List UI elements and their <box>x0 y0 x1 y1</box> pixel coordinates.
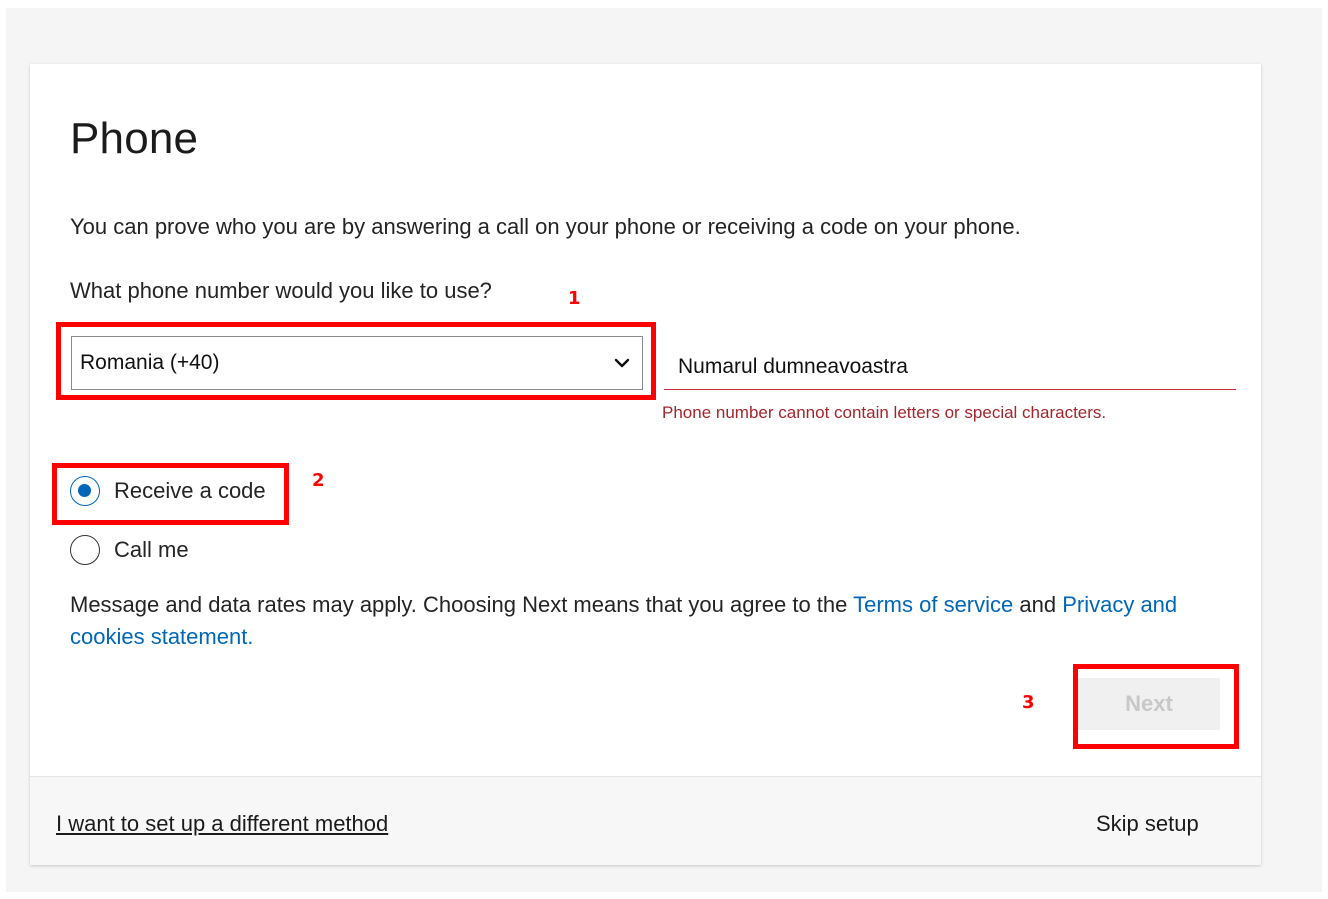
phone-number-value: Numarul dumneavoastra <box>678 354 908 378</box>
annotation-box-3 <box>1073 664 1239 749</box>
page-title: Phone <box>70 114 199 163</box>
annotation-number-3: 3 <box>1022 692 1035 713</box>
description-text: You can prove who you are by answering a… <box>70 214 1021 239</box>
call-me-option[interactable]: Call me <box>70 535 189 565</box>
call-me-radio[interactable] <box>70 535 100 565</box>
annotation-number-1: 1 <box>568 288 581 309</box>
different-method-link[interactable]: I want to set up a different method <box>56 811 388 837</box>
phone-number-input[interactable]: Numarul dumneavoastra <box>664 344 1236 390</box>
annotation-box-1 <box>56 322 656 400</box>
annotation-number-2: 2 <box>312 470 325 491</box>
consent-text-before: Message and data rates may apply. Choosi… <box>70 592 854 617</box>
consent-text: Message and data rates may apply. Choosi… <box>70 589 1230 653</box>
consent-text-middle: and <box>1013 592 1063 617</box>
skip-setup-link[interactable]: Skip setup <box>1096 811 1199 837</box>
annotation-box-2 <box>52 463 289 525</box>
phone-question-label: What phone number would you like to use? <box>70 278 492 303</box>
terms-of-service-link[interactable]: Terms of service <box>853 592 1013 617</box>
call-me-label: Call me <box>114 537 189 562</box>
phone-error-message: Phone number cannot contain letters or s… <box>662 403 1107 422</box>
